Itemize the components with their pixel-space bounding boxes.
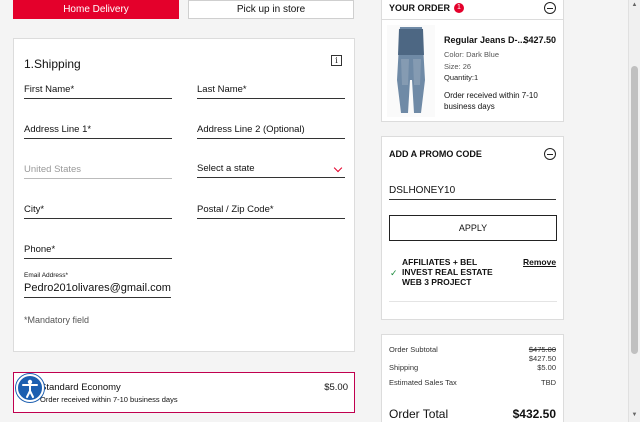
first-name-field[interactable]: First Name*: [24, 81, 172, 99]
promo-title: ADD A PROMO CODE: [389, 149, 482, 159]
country-value: United States: [24, 164, 82, 175]
promo-code-panel: ADD A PROMO CODE DSLHONEY10 APPLY ✓ AFFI…: [381, 136, 564, 320]
order-header: YOUR ORDER 1: [381, 0, 564, 20]
state-select[interactable]: Select a state: [197, 160, 345, 178]
product-quantity: Quantity:1: [444, 73, 479, 82]
email-label: Email Address*: [24, 272, 69, 279]
last-name-field[interactable]: Last Name*: [197, 81, 345, 99]
tax-label: Estimated Sales Tax: [389, 378, 457, 387]
address-line2-field[interactable]: Address Line 2 (Optional): [197, 121, 345, 139]
method-name: Standard Economy: [40, 382, 121, 393]
subtotal-original: $475.00: [528, 345, 556, 354]
chevron-down-icon: [333, 163, 343, 173]
email-value: Pedro201olivares@gmail.com: [24, 282, 171, 294]
apply-button[interactable]: APPLY: [389, 215, 557, 241]
address-line1-label: Address Line 1*: [24, 124, 92, 135]
first-name-label: First Name*: [24, 84, 75, 95]
email-field[interactable]: Pedro201olivares@gmail.com: [24, 280, 171, 298]
order-total-label: Order Total: [389, 407, 449, 421]
scrollbar-thumb[interactable]: [631, 66, 638, 354]
shipping-title: 1.Shipping: [24, 57, 81, 71]
scroll-down-icon[interactable]: ▼: [631, 412, 638, 418]
city-field[interactable]: City*: [24, 201, 172, 219]
collapse-promo-icon[interactable]: [544, 148, 556, 160]
country-field: United States: [24, 161, 172, 179]
city-label: City*: [24, 204, 45, 215]
shipping-method-option[interactable]: Standard Economy Order received within 7…: [13, 372, 355, 413]
delivery-estimate: Order received within 7-10 business days: [444, 91, 538, 111]
method-description: Order received within 7-10 business days: [40, 395, 178, 404]
last-name-label: Last Name*: [197, 84, 247, 95]
product-price: $427.50: [523, 35, 556, 45]
promo-code-value: DSLHONEY10: [389, 185, 456, 196]
product-color: Color: Dark Blue: [444, 50, 500, 59]
applied-promo: AFFILIATES + BEL INVEST REAL ESTATE WEB …: [402, 257, 493, 287]
item-count-badge: 1: [454, 3, 464, 13]
phone-label: Phone*: [24, 244, 56, 255]
address-line1-field[interactable]: Address Line 1*: [24, 121, 172, 139]
shipping-form: 1.Shipping i First Name* Last Name* Addr…: [13, 38, 355, 352]
order-total-value: $432.50: [512, 407, 556, 421]
phone-field[interactable]: Phone*: [24, 241, 172, 259]
pickup-in-store-tab[interactable]: Pick up in store: [188, 0, 354, 19]
shipping-value: $5.00: [537, 363, 556, 372]
order-item: Regular Jeans D-... $427.50 Color: Dark …: [381, 20, 564, 122]
subtotal-discounted: $427.50: [528, 354, 556, 363]
method-price: $5.00: [324, 382, 348, 393]
order-summary: Order Subtotal $475.00 $427.50 Shipping …: [381, 334, 564, 422]
check-icon: ✓: [390, 268, 398, 278]
collapse-icon[interactable]: [544, 2, 556, 14]
order-title: YOUR ORDER: [389, 3, 451, 13]
product-image: [387, 25, 435, 117]
state-select-value: Select a state: [197, 163, 255, 174]
zip-label: Postal / Zip Code*: [197, 204, 274, 215]
scroll-up-icon[interactable]: ▲: [631, 2, 638, 8]
mandatory-note: *Mandatory field: [24, 315, 90, 325]
product-size: Size: 26: [444, 62, 472, 71]
divider: [389, 301, 557, 302]
subtotal-label: Order Subtotal: [389, 345, 438, 354]
accessibility-icon[interactable]: [16, 374, 44, 402]
product-name[interactable]: Regular Jeans D-...: [444, 35, 525, 45]
info-icon[interactable]: i: [331, 55, 342, 66]
shipping-label: Shipping: [389, 363, 419, 372]
remove-promo-link[interactable]: Remove: [523, 257, 556, 267]
zip-field[interactable]: Postal / Zip Code*: [197, 201, 345, 219]
address-line2-label: Address Line 2 (Optional): [197, 124, 305, 135]
promo-code-input[interactable]: DSLHONEY10: [389, 181, 556, 200]
home-delivery-tab[interactable]: Home Delivery: [13, 0, 179, 19]
tax-value: TBD: [541, 378, 556, 387]
